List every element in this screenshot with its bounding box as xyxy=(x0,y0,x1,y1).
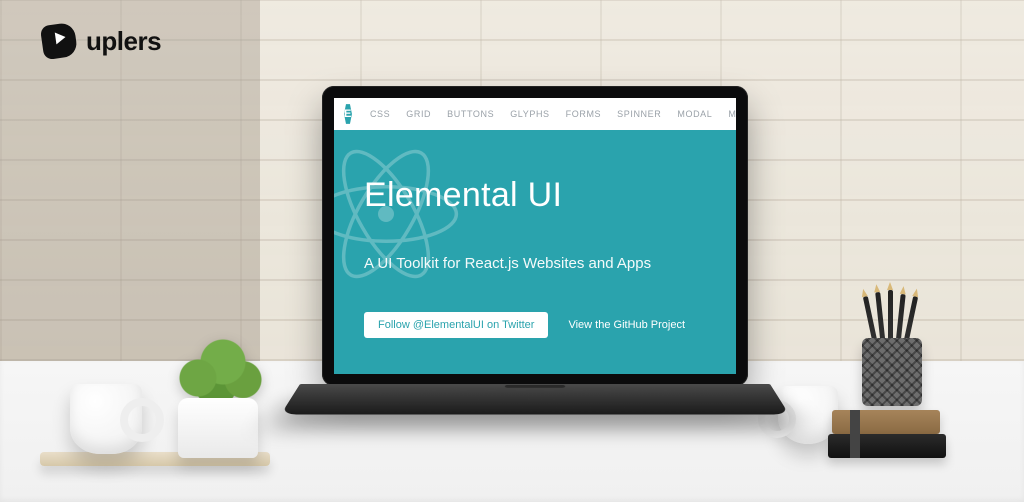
pencil-holder xyxy=(856,296,928,406)
nav-item-forms[interactable]: FORMS xyxy=(566,109,602,119)
nav-item-spinner[interactable]: SPINNER xyxy=(617,109,661,119)
book-bottom xyxy=(828,434,946,458)
cta-row: Follow @ElementalUI on Twitter View the … xyxy=(364,312,706,338)
uplers-wordmark: uplers xyxy=(86,26,161,57)
hero-section: Elemental UI A UI Toolkit for React.js W… xyxy=(334,130,736,374)
plant-pot xyxy=(178,398,258,458)
mesh-cup xyxy=(862,338,922,406)
potted-plant xyxy=(164,328,274,458)
book-top xyxy=(832,410,940,434)
follow-twitter-button[interactable]: Follow @ElementalUI on Twitter xyxy=(364,312,548,338)
book-strap xyxy=(850,410,860,458)
uplers-brand: uplers xyxy=(42,24,161,58)
app-screen: E CSS GRID BUTTONS GLYPHS FORMS SPINNER … xyxy=(334,98,736,374)
view-github-link[interactable]: View the GitHub Project xyxy=(568,319,685,331)
coffee-mug-left xyxy=(70,384,142,454)
uplers-logo-icon xyxy=(40,22,78,60)
nav-links: CSS GRID BUTTONS GLYPHS FORMS SPINNER MO… xyxy=(370,109,736,119)
elemental-logo-letter: E xyxy=(344,108,352,120)
nav-item-glyphs[interactable]: GLYPHS xyxy=(510,109,549,119)
laptop-keyboard xyxy=(281,384,789,414)
elemental-logo-icon[interactable]: E xyxy=(344,103,352,125)
laptop-screen-bezel: E CSS GRID BUTTONS GLYPHS FORMS SPINNER … xyxy=(322,86,748,386)
nav-item-modal[interactable]: MODAL xyxy=(677,109,712,119)
nav-item-css[interactable]: CSS xyxy=(370,109,390,119)
top-nav-bar: E CSS GRID BUTTONS GLYPHS FORMS SPINNER … xyxy=(334,98,736,130)
hero-title: Elemental UI xyxy=(364,176,706,215)
nav-item-grid[interactable]: GRID xyxy=(406,109,431,119)
stacked-books xyxy=(828,404,946,458)
laptop: E CSS GRID BUTTONS GLYPHS FORMS SPINNER … xyxy=(300,86,770,466)
hero-subtitle: A UI Toolkit for React.js Websites and A… xyxy=(364,255,706,272)
nav-item-buttons[interactable]: BUTTONS xyxy=(447,109,494,119)
nav-item-misc[interactable]: MISC xyxy=(728,109,736,119)
